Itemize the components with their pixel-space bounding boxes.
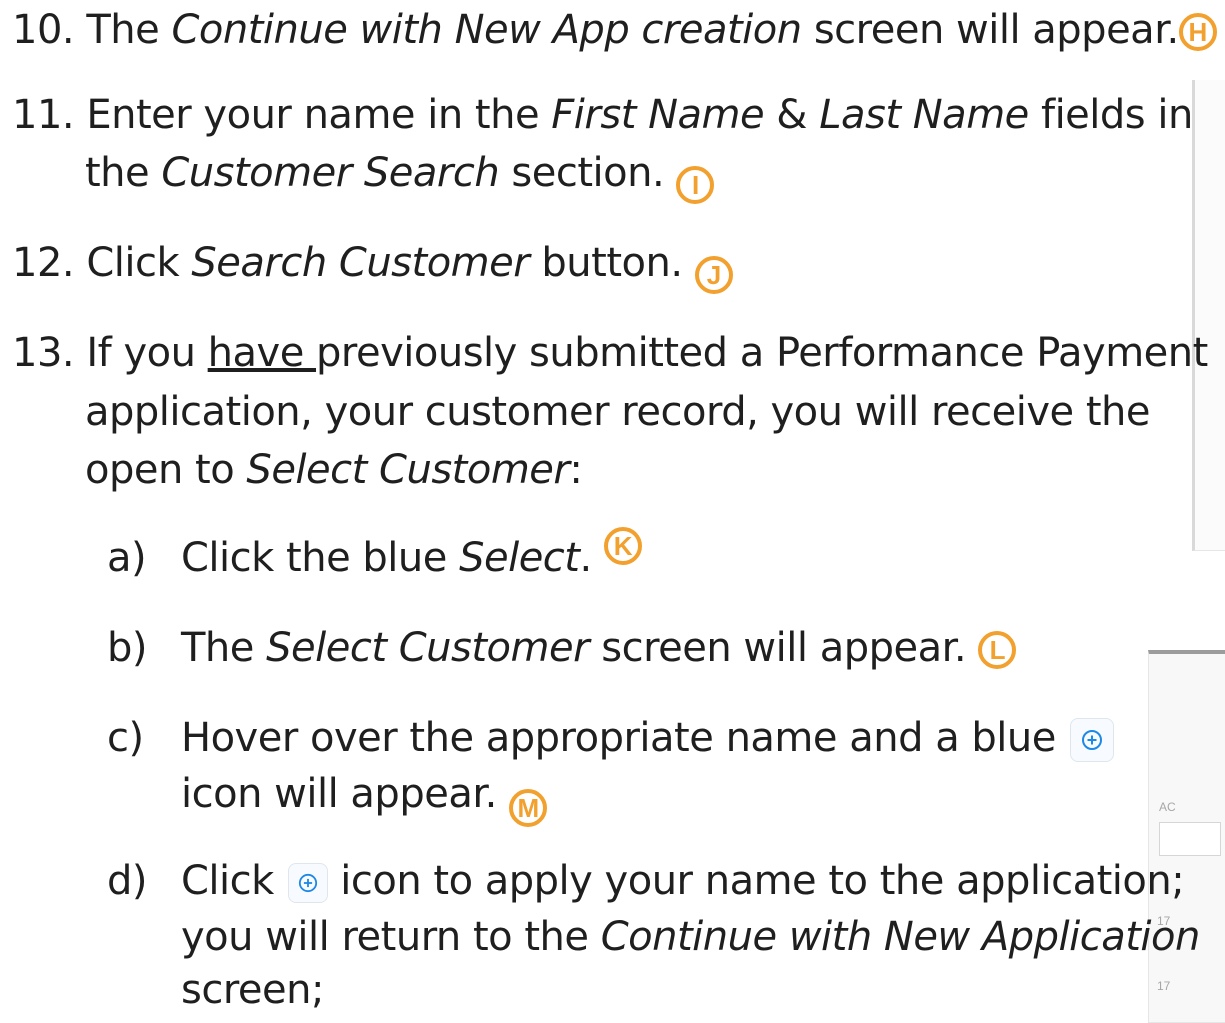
step-text: If you [86,330,208,376]
step-number: 10. [12,7,75,53]
step-text: open to [85,447,247,493]
sub-step-d-line-2: you will return to the Continue with New… [181,911,1200,963]
sub-step-c-line-2: icon will appear. M [181,768,548,827]
sub-step-b: b) The Select Customer screen will appear… [107,622,1017,674]
step-13-line-2: application, your customer record, you w… [85,386,1151,438]
step-11-line-2: the Customer Search section. I [85,147,715,204]
step-text: Enter your name in the [86,92,552,138]
step-number: 13. [12,330,75,376]
step-text-italic: First Name [551,92,765,138]
step-text-underline: have [207,330,317,376]
callout-marker-k: K [603,527,642,565]
sub-step-c-line-1: c) Hover over the appropriate name and a … [107,712,1115,764]
step-text-italic: Continue with New App creation [171,7,802,53]
sub-step-letter: a) [107,535,147,581]
callout-marker-h: H [1178,13,1217,51]
background-row-number-2: 17 [1157,979,1171,993]
step-text: fields in [1028,92,1193,138]
callout-marker-m: M [509,789,548,827]
step-text-italic: Select [459,535,580,581]
callout-marker-l: L [978,631,1017,669]
step-text: The [181,625,267,671]
step-text: icon will appear. [181,771,497,817]
step-text: screen will appear. [589,625,967,671]
step-12: 12. Click Search Customer button. J [12,237,733,294]
step-text: you will return to the [181,914,601,960]
sub-step-letter: d) [107,858,148,904]
sub-step-letter: c) [107,715,144,761]
step-text: screen; [181,967,324,1013]
step-text: section. [499,150,665,196]
background-screenshot-bottom: AC 17 17 [1148,650,1225,1023]
step-11-line-1: 11. Enter your name in the First Name & … [12,89,1193,141]
step-text-italic: Select Customer [266,625,590,671]
circle-plus-icon [1070,718,1115,762]
background-input [1159,822,1221,856]
step-number: 12. [12,240,75,286]
step-text: : [569,447,583,493]
step-text: The [86,7,172,53]
step-text: Click the blue [181,535,460,581]
step-text: screen will appear. [801,7,1179,53]
circle-plus-glyph [1082,730,1103,750]
step-13-line-1: 13. If you have previously submitted a P… [12,327,1208,379]
step-text: the [85,150,162,196]
step-text: application, your customer record, you w… [85,389,1151,435]
step-text: previously submitted a Performance Payme… [316,330,1208,376]
step-text: & [764,92,820,138]
circle-plus-icon [288,863,329,903]
background-label-ac: AC [1159,800,1176,814]
step-text-italic: Last Name [819,92,1029,138]
sub-step-letter: b) [107,625,148,671]
step-text: button. [529,240,683,286]
circle-plus-glyph [298,873,318,893]
step-text-italic: Customer Search [161,150,500,196]
step-10: 10. The Continue with New App creation s… [12,4,1217,56]
step-text-italic: Search Customer [191,240,530,286]
step-text: Click [86,240,192,286]
step-text: icon to apply your name to the applicati… [340,858,1185,904]
sub-step-d-line-1: d) Click icon to apply your name to the a… [107,855,1185,907]
sub-step-d-line-3: screen; [181,964,324,1016]
callout-marker-j: J [694,256,733,294]
step-text: Hover over the appropriate name and a bl… [181,715,1056,761]
callout-marker-i: I [676,166,715,204]
step-text: Click [181,858,274,904]
step-number: 11. [12,92,75,138]
step-text: . [579,535,592,581]
sub-step-a: a) Click the blue Select. K [107,527,642,584]
step-13-line-3: open to Select Customer: [85,444,583,496]
step-text-italic: Continue with New Application [600,914,1201,960]
background-screenshot-top [1192,80,1225,551]
step-text-italic: Select Customer [246,447,570,493]
